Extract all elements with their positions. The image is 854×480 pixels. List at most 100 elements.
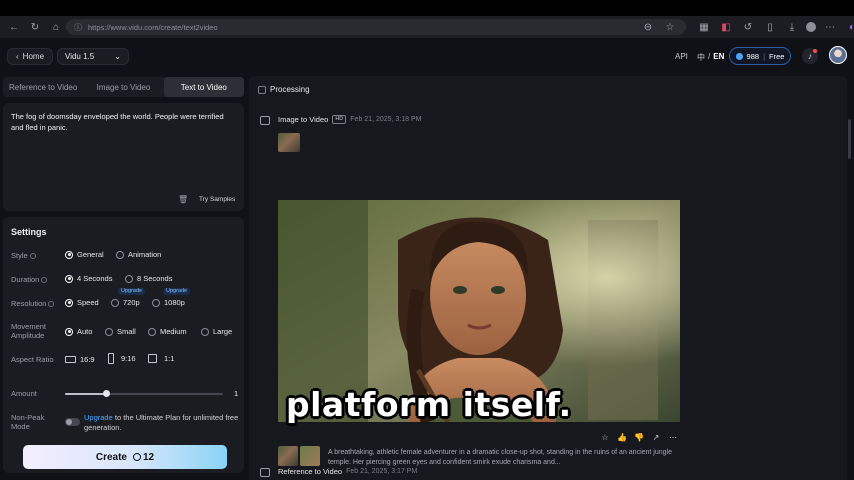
video-actions: ☆ 👍 👎 ↗ ⋯: [600, 432, 678, 442]
tab-reference-to-video[interactable]: Reference to Video: [3, 77, 83, 97]
extension-red-icon[interactable]: ◧: [718, 19, 734, 35]
lang-en[interactable]: EN: [713, 52, 724, 63]
reference-thumbnail-1[interactable]: [278, 446, 298, 466]
style-option-animation[interactable]: Animation: [116, 250, 161, 259]
share-icon[interactable]: ↗: [651, 432, 661, 442]
extension-icon[interactable]: ▦: [696, 19, 712, 35]
resolution-option-720p[interactable]: 720p: [111, 298, 140, 307]
download-icon[interactable]: ⤓: [784, 19, 800, 35]
processing-label: Processing: [270, 85, 310, 94]
amount-label: Amount: [11, 389, 37, 398]
credit-coin-icon: [735, 52, 743, 60]
thumbs-up-icon[interactable]: 👍: [617, 432, 627, 442]
entry-type: Reference to Video: [278, 467, 343, 476]
entry-description: A breathtaking, athletic female adventur…: [328, 449, 672, 466]
video-entry-icon: [260, 116, 270, 125]
credits-plan: Free: [769, 51, 785, 61]
resolution-option-1080p[interactable]: 1080p: [152, 298, 185, 307]
source-image-thumbnail[interactable]: [278, 133, 300, 152]
style-option-general[interactable]: General: [65, 250, 104, 259]
radio-selected-icon: [65, 327, 73, 336]
portrait-icon: [108, 353, 114, 364]
upgrade-tag-720p[interactable]: Upgrade: [118, 288, 146, 295]
tab-image-to-video[interactable]: Image to Video: [83, 77, 163, 97]
prompt-text[interactable]: The fog of doomsday enveloped the world.…: [11, 112, 237, 133]
non-peak-toggle[interactable]: [65, 418, 80, 426]
tab-text-to-video[interactable]: Text to Video: [163, 77, 244, 97]
radio-icon: [105, 327, 113, 336]
try-samples-button[interactable]: Try Samples: [199, 196, 235, 203]
amount-slider[interactable]: [65, 390, 223, 397]
home-icon[interactable]: ⌂: [48, 19, 64, 35]
back-icon[interactable]: ←: [6, 19, 22, 35]
resolution-option-speed[interactable]: Speed: [65, 298, 99, 307]
lang-zh[interactable]: 中: [697, 52, 705, 63]
zoom-icon[interactable]: ⊖: [640, 19, 656, 35]
upgrade-tag-1080p[interactable]: Upgrade: [163, 288, 191, 295]
amount-slider-thumb[interactable]: [102, 390, 110, 397]
upgrade-link[interactable]: Upgrade: [84, 413, 113, 422]
non-peak-description: Upgrade to the Ultimate Plan for unlimit…: [84, 413, 239, 432]
reload-icon[interactable]: ↻: [27, 19, 43, 35]
credits-badge[interactable]: 988 | Free: [729, 47, 791, 65]
entry-date: Feb 21, 2025, 3:17 PM: [346, 468, 418, 475]
notification-bell-icon[interactable]: ♪: [802, 48, 818, 64]
radio-selected-icon: [65, 250, 73, 259]
info-icon: [29, 253, 36, 259]
prompt-input[interactable]: The fog of doomsday enveloped the world.…: [3, 103, 244, 211]
reference-thumbnail-2[interactable]: [300, 446, 320, 466]
style-label: Style: [11, 251, 36, 260]
amount-slider-fill: [65, 393, 107, 395]
landscape-icon: [65, 356, 76, 363]
radio-icon: [152, 298, 160, 307]
home-button[interactable]: ‹ Home: [7, 48, 54, 65]
info-icon: [41, 277, 48, 283]
chevron-down-icon: ⌄: [114, 52, 121, 61]
address-bar[interactable]: ⓘ https://www.vidu.com/create/text2video: [66, 19, 686, 35]
top-black-band: [0, 0, 854, 16]
info-icon: [48, 301, 55, 307]
chevron-left-icon: ‹: [16, 52, 19, 61]
site-info-icon[interactable]: ⓘ: [74, 22, 82, 33]
duration-option-4s[interactable]: 4 Seconds: [65, 274, 112, 283]
credit-coin-icon: [133, 453, 141, 461]
user-avatar[interactable]: [829, 46, 847, 64]
thumbs-down-icon[interactable]: 👎: [634, 432, 644, 442]
api-link[interactable]: API: [675, 52, 688, 61]
square-icon: [148, 354, 157, 363]
split-view-icon[interactable]: ▯: [762, 19, 778, 35]
movement-option-auto[interactable]: Auto: [65, 327, 92, 336]
movement-option-medium[interactable]: Medium: [148, 327, 187, 336]
radio-icon: [116, 250, 124, 259]
favorite-star-icon[interactable]: ☆: [600, 432, 610, 442]
aspect-option-1-1[interactable]: 1:1: [148, 354, 174, 363]
entry-header: Reference to Video Feb 21, 2025, 3:17 PM: [278, 467, 417, 476]
create-cost: 12: [143, 451, 155, 463]
radio-icon: [148, 327, 156, 336]
model-select[interactable]: Vidu 1.5 ⌄: [57, 48, 129, 65]
processing-checkbox[interactable]: [258, 86, 266, 94]
radio-icon: [111, 298, 119, 307]
hd-badge: HD: [332, 115, 347, 124]
aspect-option-16-9[interactable]: 16:9: [65, 355, 95, 364]
more-options-icon[interactable]: ⋯: [668, 432, 678, 442]
trash-icon[interactable]: 🗑: [178, 195, 188, 204]
duration-option-8s[interactable]: 8 Seconds: [125, 274, 172, 283]
video-subtitle-caption: platform itself.: [286, 385, 572, 424]
more-menu-icon[interactable]: ⋯: [822, 19, 838, 35]
browser-logo-icon[interactable]: ◐: [844, 19, 854, 35]
movement-option-small[interactable]: Small: [105, 327, 136, 336]
create-button[interactable]: Create 12: [23, 445, 227, 469]
refresh-extension-icon[interactable]: ↺: [740, 19, 756, 35]
app-header: ‹ Home Vidu 1.5 ⌄ API 中 / EN 988 | Free …: [0, 38, 854, 74]
movement-option-large[interactable]: Large: [201, 327, 232, 336]
profile-icon[interactable]: [806, 22, 816, 32]
aspect-option-9-16[interactable]: 9:16: [108, 353, 136, 364]
feed-scrollbar[interactable]: [848, 119, 851, 159]
url-text: https://www.vidu.com/create/text2video: [88, 22, 218, 32]
resolution-label: Resolution: [11, 299, 55, 308]
duration-label: Duration: [11, 275, 48, 284]
entry-header: Image to Video HD Feb 21, 2025, 3:18 PM: [278, 115, 422, 124]
language-switch[interactable]: 中 / EN: [697, 52, 724, 63]
bookmark-star-icon[interactable]: ☆: [662, 19, 678, 35]
